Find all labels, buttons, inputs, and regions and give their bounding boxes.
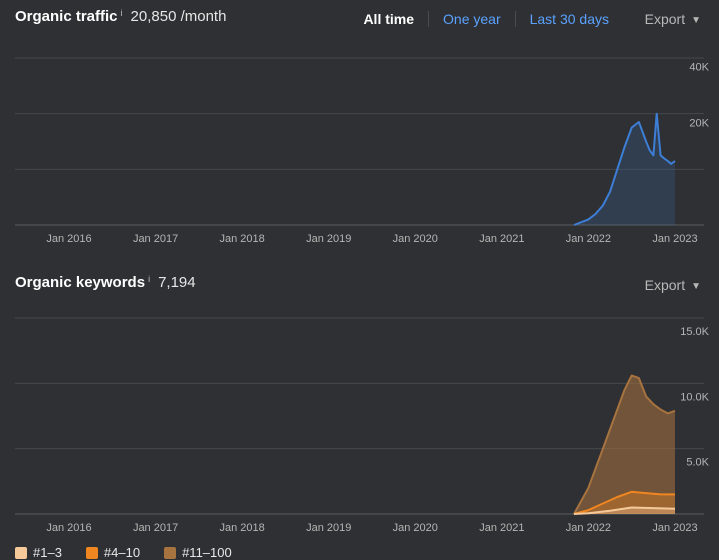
- info-icon[interactable]: i: [121, 8, 123, 18]
- keywords-panel: Organic keywords i 7,194 Export ▼: [0, 266, 719, 302]
- legend-label: #4–10: [103, 545, 141, 560]
- x-tick-label: Jan 2019: [306, 233, 351, 245]
- y-tick-label: 40K: [689, 62, 709, 74]
- keywords-chart: 15.0K 10.0K 5.0K Jan 2016 Jan 2017 Jan 2018 Ja…: [15, 317, 710, 534]
- legend-label: #1–3: [33, 545, 62, 560]
- legend-item-top10[interactable]: #4–10: [85, 545, 141, 560]
- x-tick-label: Jan 2017: [133, 233, 178, 245]
- series-area: [574, 375, 675, 514]
- x-tick-label: Jan 2016: [46, 522, 91, 534]
- x-tick-label: Jan 2018: [220, 522, 265, 534]
- x-tick-label: Jan 2020: [393, 522, 438, 534]
- checkbox-icon[interactable]: [15, 546, 27, 559]
- traffic-chart: 60K40K20KJan 2016Jan 2017Jan 2018Jan 201…: [15, 57, 710, 245]
- x-tick-label: Jan 2019: [306, 522, 351, 534]
- keywords-title: Organic keywords i 7,194: [15, 274, 196, 291]
- legend-label: #11–100: [182, 545, 232, 560]
- keywords-export-button[interactable]: Export ▼: [645, 277, 701, 293]
- x-tick-label: Jan 2021: [479, 233, 524, 245]
- x-tick-label: Jan 2018: [220, 233, 265, 245]
- legend-item-top3[interactable]: #1–3: [15, 545, 62, 560]
- y-tick-label: 5.0K: [686, 457, 709, 469]
- keywords-title-text: Organic keywords: [15, 274, 146, 291]
- x-tick-label: Jan 2022: [566, 233, 611, 245]
- y-tick-label: 10.0K: [680, 391, 709, 403]
- x-tick-label: Jan 2017: [133, 522, 178, 534]
- keywords-header: Organic keywords i 7,194 Export ▼: [0, 266, 719, 302]
- chevron-down-icon: ▼: [691, 281, 701, 292]
- x-tick-label: Jan 2021: [479, 522, 524, 534]
- x-tick-label: Jan 2023: [652, 522, 697, 534]
- checkbox-icon[interactable]: [164, 546, 177, 559]
- checkbox-icon[interactable]: [85, 546, 98, 559]
- info-icon[interactable]: i: [148, 274, 150, 284]
- x-tick-label: Jan 2023: [652, 233, 697, 245]
- keywords-legend: #1–3 #4–10 #11–100: [15, 545, 232, 560]
- keywords-metric: 7,194: [158, 274, 196, 291]
- y-tick-label: 20K: [689, 117, 709, 129]
- x-tick-label: Jan 2016: [46, 233, 91, 245]
- x-tick-label: Jan 2020: [393, 233, 438, 245]
- export-label: Export: [644, 277, 686, 293]
- x-tick-label: Jan 2022: [566, 522, 611, 534]
- y-tick-label: 15.0K: [680, 326, 709, 338]
- legend-item-top100[interactable]: #11–100: [164, 545, 232, 560]
